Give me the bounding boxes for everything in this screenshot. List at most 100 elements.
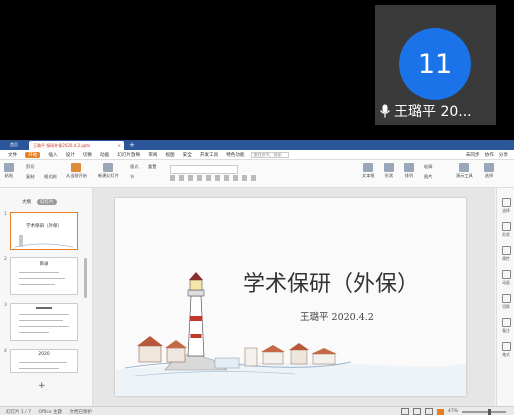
slide-counter: 幻灯片 1 / 7	[6, 409, 32, 415]
right-pane-select[interactable]: 选择	[499, 198, 513, 214]
menu-view[interactable]: 视图	[165, 152, 174, 158]
slide-thumbnail-pane: 大纲 幻灯片 1 学术保研（外保） 2 目录 3 4 2020 +	[0, 188, 93, 406]
picture-button[interactable]: 图片	[424, 174, 432, 180]
select-button[interactable]: 选择	[484, 163, 494, 179]
outline-label: 轮廓	[424, 164, 433, 169]
right-pane-format[interactable]: 格式	[499, 342, 513, 358]
select-icon	[501, 198, 511, 207]
right-pane-animation[interactable]: 动画	[499, 270, 513, 286]
close-icon[interactable]: ×	[118, 143, 121, 148]
thumbnail-text-line	[19, 314, 69, 315]
thumbnail-number: 4	[4, 349, 7, 354]
textbox-icon	[363, 163, 374, 172]
theme-name: Office 主题	[38, 409, 63, 415]
microphone-icon	[380, 104, 390, 118]
right-pane-label: 属性	[502, 256, 510, 261]
font-name-select[interactable]	[170, 165, 238, 174]
slide-thumbnail[interactable]	[10, 303, 78, 341]
layout-button[interactable]: 版式	[130, 164, 138, 170]
collaborate-button[interactable]: 协作	[485, 152, 494, 158]
notes-icon	[501, 318, 511, 327]
new-slide-label: 新建幻灯片	[98, 173, 119, 178]
menu-review[interactable]: 审阅	[148, 152, 157, 158]
right-pane-notes[interactable]: 备注	[499, 318, 513, 334]
current-slide[interactable]: 学术保研（外保） 王璐平 2020.4.2	[115, 198, 466, 396]
slide-thumbnail[interactable]: 目录	[10, 257, 78, 295]
menu-transition[interactable]: 切换	[83, 152, 92, 158]
slide-subtitle[interactable]: 王璐平 2020.4.2	[300, 309, 374, 323]
normal-view-icon[interactable]	[400, 408, 409, 415]
share-button[interactable]: 分享	[499, 152, 508, 158]
menu-security[interactable]: 安全	[183, 152, 192, 158]
format-painter-label: 格式刷	[44, 174, 57, 179]
shape-label: 形状	[384, 173, 394, 178]
picture-label: 图片	[424, 174, 433, 179]
home-tab[interactable]: 首页	[3, 141, 25, 149]
reading-view-icon[interactable]	[424, 408, 433, 415]
menu-file[interactable]: 文件	[8, 152, 17, 158]
font-format-buttons[interactable]	[170, 175, 260, 181]
menu-animation[interactable]: 动画	[100, 152, 109, 158]
slide-thumbnail[interactable]: 学术保研（外保）	[10, 212, 78, 250]
menu-insert[interactable]: 插入	[48, 152, 57, 158]
slide-canvas: 学术保研（外保） 王璐平 2020.4.2	[93, 188, 495, 406]
slide-thumbnail[interactable]: 2020	[10, 349, 78, 373]
tab-bar: 首页 王璐平 保研外保2020.4.2.pptx × +	[0, 140, 514, 150]
select-icon	[484, 163, 494, 172]
present-tools-button[interactable]: 演示工具	[456, 163, 473, 179]
menu-design[interactable]: 设计	[66, 152, 75, 158]
section-button[interactable]: 节	[130, 174, 134, 180]
tab-outline[interactable]: 大纲	[22, 199, 31, 205]
participant-tile[interactable]: 11 王璐平 20...	[375, 5, 496, 125]
new-slide-button[interactable]: 新建幻灯片	[98, 163, 119, 179]
copy-button[interactable]: 复制	[26, 174, 34, 180]
thumbnail-text-line	[19, 278, 65, 279]
thumbnail-number: 2	[4, 257, 7, 262]
command-search-input[interactable]: 查找命令、搜索	[250, 151, 289, 158]
copy-label: 复制	[26, 174, 35, 179]
right-pane-properties[interactable]: 属性	[499, 246, 513, 262]
menu-features[interactable]: 特色功能	[226, 152, 244, 158]
zoom-slider-handle[interactable]	[488, 408, 491, 415]
status-bar: 幻灯片 1 / 7 Office 主题 文档已保护 47%	[0, 406, 514, 415]
reset-label: 重置	[148, 164, 157, 169]
thumbnail-text-line	[19, 326, 69, 327]
right-pane-shape[interactable]: 形状	[499, 222, 513, 238]
reset-button[interactable]: 重置	[148, 164, 156, 170]
sync-status[interactable]: 未同步	[466, 152, 480, 158]
new-tab-icon[interactable]: +	[129, 141, 135, 149]
cut-button[interactable]: 剪切	[26, 164, 34, 170]
menu-home[interactable]: 开始	[25, 151, 41, 158]
right-pane-label: 格式	[502, 352, 510, 357]
thumbnail-scrollbar[interactable]	[84, 258, 87, 298]
participant-avatar: 11	[399, 28, 471, 100]
right-pane-transition[interactable]: 切换	[499, 294, 513, 310]
format-icon	[501, 342, 511, 351]
slide-title[interactable]: 学术保研（外保）	[243, 266, 419, 298]
play-from-current-button[interactable]: 从当前开始	[66, 163, 87, 179]
document-tab[interactable]: 王璐平 保研外保2020.4.2.pptx ×	[29, 141, 124, 150]
sorter-view-icon[interactable]	[412, 408, 421, 415]
arrange-button[interactable]: 排列	[404, 163, 414, 179]
thumbnail-title: 目录	[39, 262, 49, 267]
cut-label: 剪切	[26, 164, 35, 169]
shape-button[interactable]: 形状	[384, 163, 394, 179]
paste-button[interactable]: 粘贴	[4, 163, 14, 179]
menu-slideshow[interactable]: 幻灯片放映	[117, 152, 140, 158]
animation-icon	[501, 270, 511, 279]
zoom-level[interactable]: 47%	[448, 409, 458, 414]
select-label: 选择	[484, 173, 494, 178]
thumbnail-text-line	[19, 368, 59, 369]
textbox-button[interactable]: 文本框	[362, 163, 375, 179]
format-painter-button[interactable]: 格式刷	[44, 174, 57, 180]
right-pane-label: 动画	[502, 280, 510, 285]
zoom-slider[interactable]	[462, 408, 506, 415]
thumbnail-text-line	[19, 284, 55, 285]
outline-button[interactable]: 轮廓	[424, 164, 432, 170]
tab-slides[interactable]: 幻灯片	[37, 199, 57, 205]
textbox-label: 文本框	[362, 173, 375, 178]
present-tools-label: 演示工具	[456, 173, 473, 178]
add-slide-icon[interactable]: +	[38, 381, 46, 391]
menu-devtools[interactable]: 开发工具	[200, 152, 218, 158]
slideshow-play-icon[interactable]	[436, 408, 444, 415]
